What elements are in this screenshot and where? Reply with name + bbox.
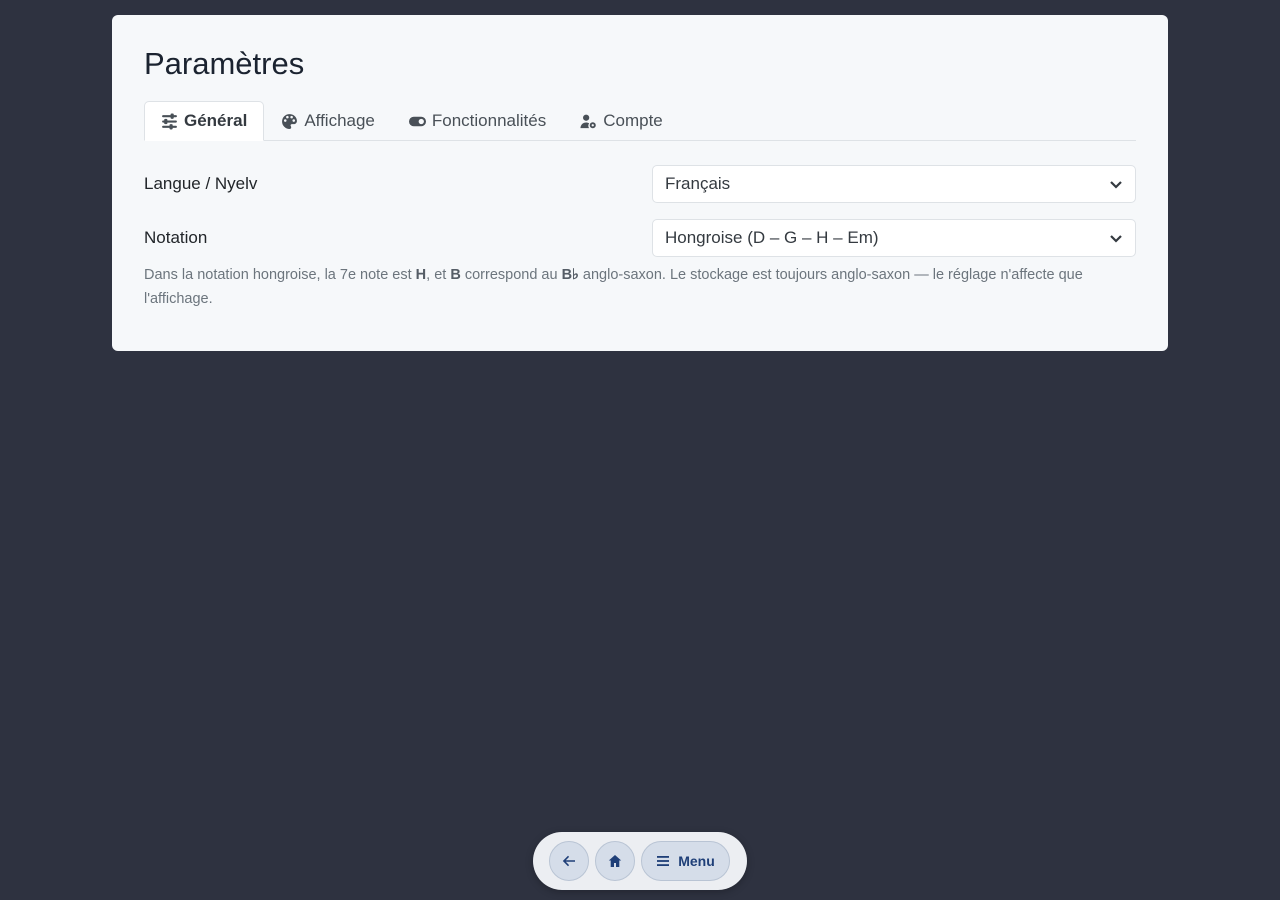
language-row: Langue / Nyelv Français [144,165,1136,203]
settings-tabs: Général Affichage Fonctionnalités Compte [144,99,1136,141]
tab-general[interactable]: Général [144,101,265,141]
user-gear-icon [580,114,597,128]
tab-account-label: Compte [603,111,663,130]
menu-icon [657,856,670,866]
tab-account[interactable]: Compte [563,101,680,141]
tab-features-label: Fonctionnalités [431,111,547,130]
home-button[interactable] [595,841,635,881]
tab-display-label: Affichage [304,111,375,130]
notation-help-text: Dans la notation hongroise, la 7e note e… [144,267,1083,307]
toggle-icon [408,116,426,126]
bottom-dock: Menu [533,832,747,890]
tab-features[interactable]: Fonctionnalités [392,101,563,141]
page-title: Paramètres [144,46,305,81]
tab-display[interactable]: Affichage [264,101,392,141]
notation-select[interactable]: Hongroise (D – G – H – Em) [652,219,1136,257]
menu-button[interactable]: Menu [641,841,730,881]
back-button[interactable] [549,841,589,881]
chevron-down-icon [1110,181,1122,189]
chevron-down-icon [1110,235,1122,243]
language-select[interactable]: Français [652,165,1136,203]
sliders-icon [162,113,177,129]
settings-card: Paramètres Général Affichage Fonctionnal… [112,15,1168,351]
language-select-value: Français [665,174,731,193]
home-icon [608,855,622,867]
language-label: Langue / Nyelv [144,174,258,193]
palette-icon [282,113,298,129]
arrow-left-icon [562,855,575,867]
notation-label: Notation [144,228,208,247]
notation-row: Notation Hongroise (D – G – H – Em) [144,219,1136,257]
tab-general-label: Général [184,111,248,130]
notation-select-value: Hongroise (D – G – H – Em) [665,228,879,247]
menu-button-label: Menu [678,853,715,869]
